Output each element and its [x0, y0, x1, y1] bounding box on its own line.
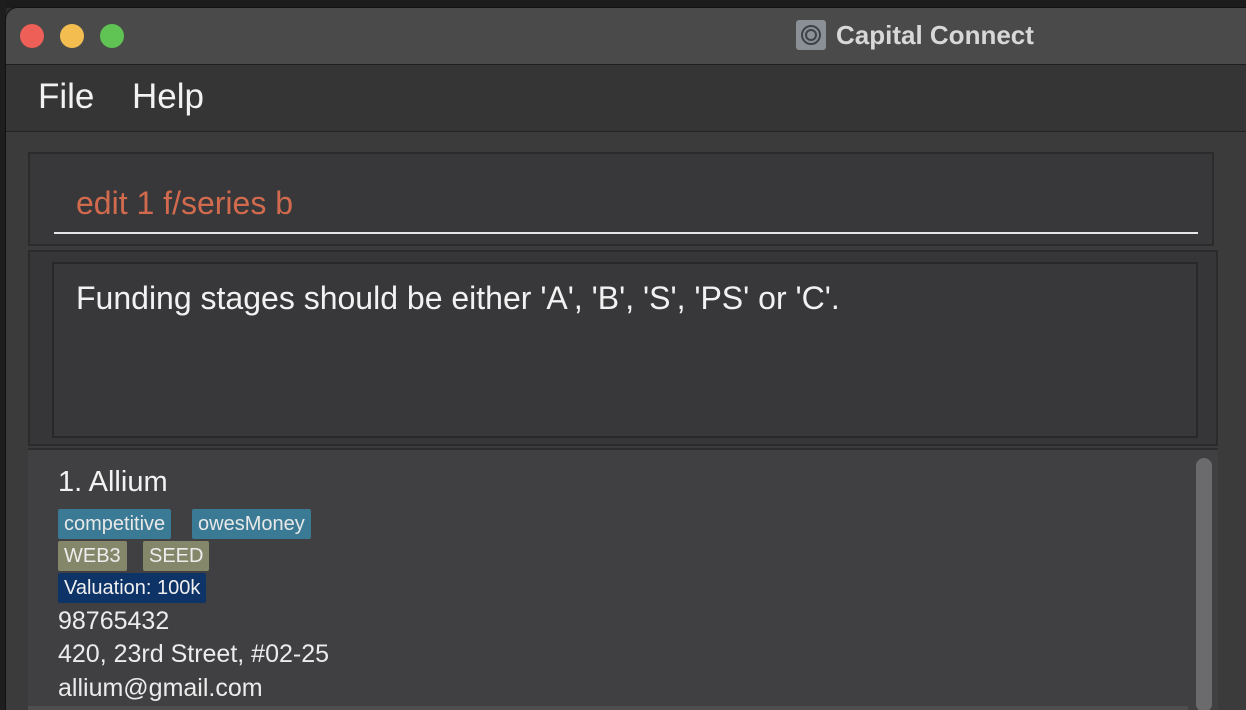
menu-help[interactable]: Help [132, 77, 204, 117]
startup-name: 1. Allium [58, 466, 168, 498]
menu-bar: File Help [6, 65, 1246, 132]
phone-number: 98765432 [58, 607, 170, 635]
startup-card[interactable]: 1. Allium competitive owesMoney WEB3 SEE… [28, 450, 1188, 710]
scrollbar-thumb[interactable] [1196, 458, 1212, 710]
app-window: Capital Connect File Help Funding stages… [6, 8, 1246, 710]
maximize-window-button[interactable] [100, 24, 124, 48]
result-message: Funding stages should be either 'A', 'B'… [76, 280, 840, 316]
title-bar[interactable]: Capital Connect [6, 8, 1246, 65]
result-display-panel: Funding stages should be either 'A', 'B'… [28, 250, 1218, 446]
startup-list-panel: 1. Allium competitive owesMoney WEB3 SEE… [28, 448, 1218, 710]
email: allium@gmail.com [58, 674, 263, 702]
menu-file[interactable]: File [38, 77, 94, 117]
result-display[interactable]: Funding stages should be either 'A', 'B'… [52, 262, 1198, 438]
list-scrollbar[interactable] [1194, 458, 1214, 710]
valuation-label: Valuation: 100k [58, 573, 207, 603]
window-title: Capital Connect [836, 19, 1034, 50]
tag-label: competitive [58, 509, 172, 539]
command-box [28, 152, 1214, 246]
funding-stage-label: SEED [143, 541, 210, 571]
close-window-button[interactable] [20, 24, 44, 48]
card-divider [28, 706, 1188, 710]
command-input[interactable] [54, 174, 1198, 234]
address: 420, 23rd Street, #02-25 [58, 640, 330, 668]
minimize-window-button[interactable] [60, 24, 84, 48]
desktop-background [0, 0, 1246, 8]
window-title-group: Capital Connect [796, 19, 1034, 51]
app-logo-icon [796, 20, 826, 50]
industry-label: WEB3 [58, 541, 127, 571]
tag-label: owesMoney [192, 509, 311, 539]
